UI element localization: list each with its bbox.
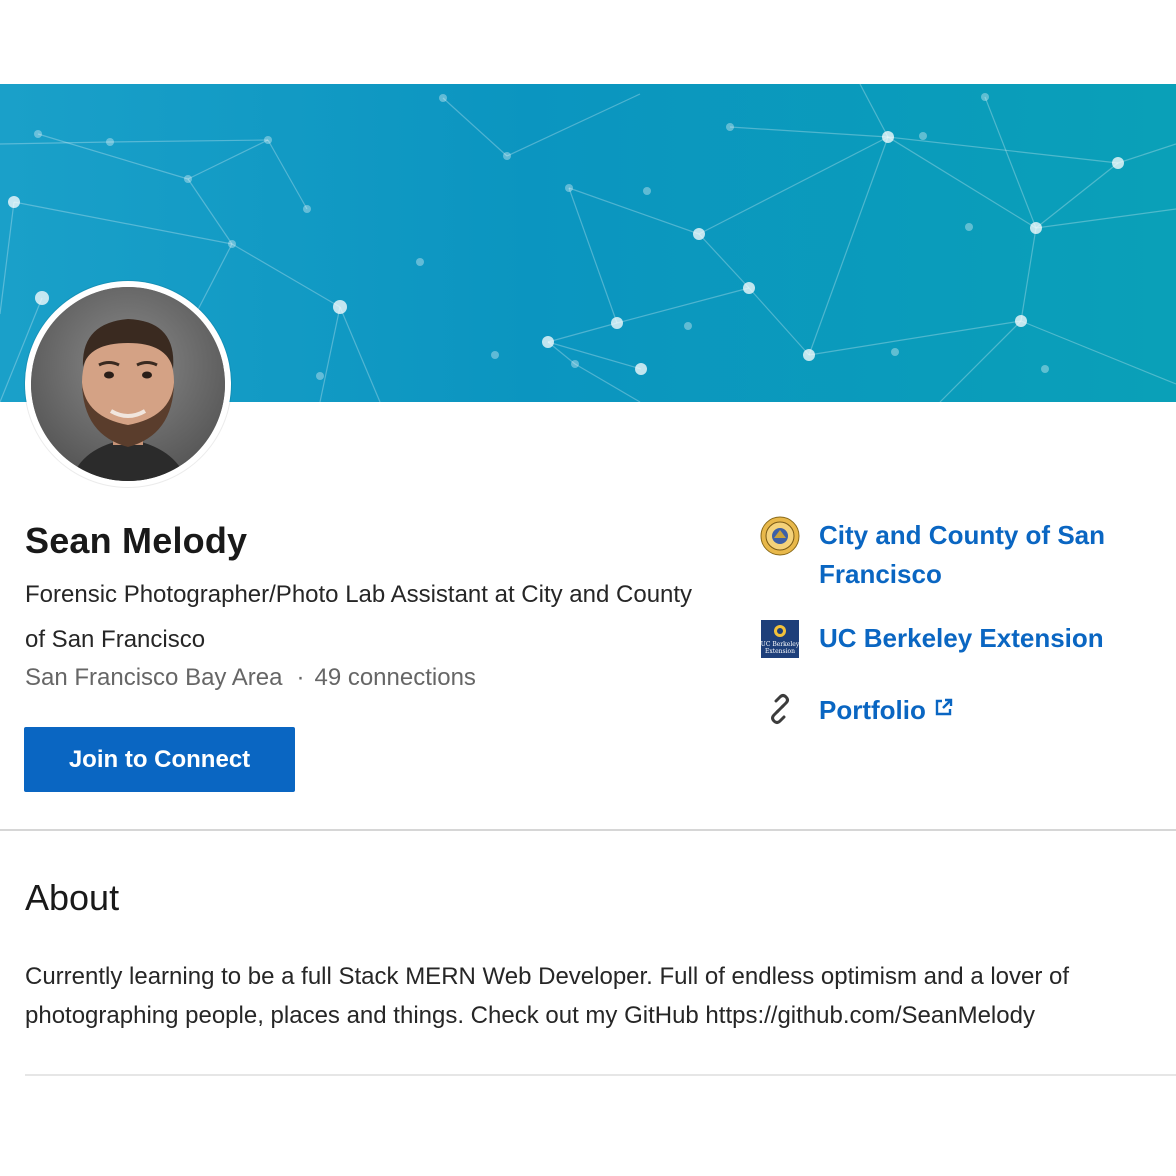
link-city-county[interactable]: City and County of San Francisco [760,516,1160,594]
city-county-seal-icon [760,516,800,556]
profile-name: Sean Melody [25,520,248,561]
link-label[interactable]: Portfolio [819,689,954,730]
portfolio-label[interactable]: Portfolio [819,695,926,725]
svg-text:Extension: Extension [765,648,795,655]
link-label[interactable]: City and County of San Francisco [819,516,1160,594]
link-label[interactable]: UC Berkeley Extension [819,619,1104,658]
about-text: Currently learning to be a full Stack ME… [25,963,1070,1029]
profile-card: Sean Melody Forensic Photographer/Photo … [0,84,1176,831]
about-title: About [25,877,120,918]
profile-location: San Francisco Bay Area [25,664,283,691]
avatar-photo [31,287,225,481]
link-uc-berkeley-extension[interactable]: UC Berkeley Extension UC Berkeley Extens… [760,619,1104,659]
section-divider [25,1074,1176,1076]
top-whitespace [0,0,1176,84]
uc-berkeley-extension-logo: UC Berkeley Extension [760,619,800,659]
profile-meta: San Francisco Bay Area · 49 connections [25,664,476,692]
svg-text:UC Berkeley: UC Berkeley [761,641,799,648]
profile-avatar[interactable] [25,281,231,487]
profile-connections: 49 connections [314,664,476,691]
external-link-icon [934,689,954,728]
profile-headline: Forensic Photographer/Photo Lab Assistan… [25,581,693,653]
link-chain-icon [760,689,800,729]
meta-separator: · [296,664,305,691]
link-portfolio[interactable]: Portfolio [760,689,954,730]
join-to-connect-button[interactable]: Join to Connect [24,727,295,792]
